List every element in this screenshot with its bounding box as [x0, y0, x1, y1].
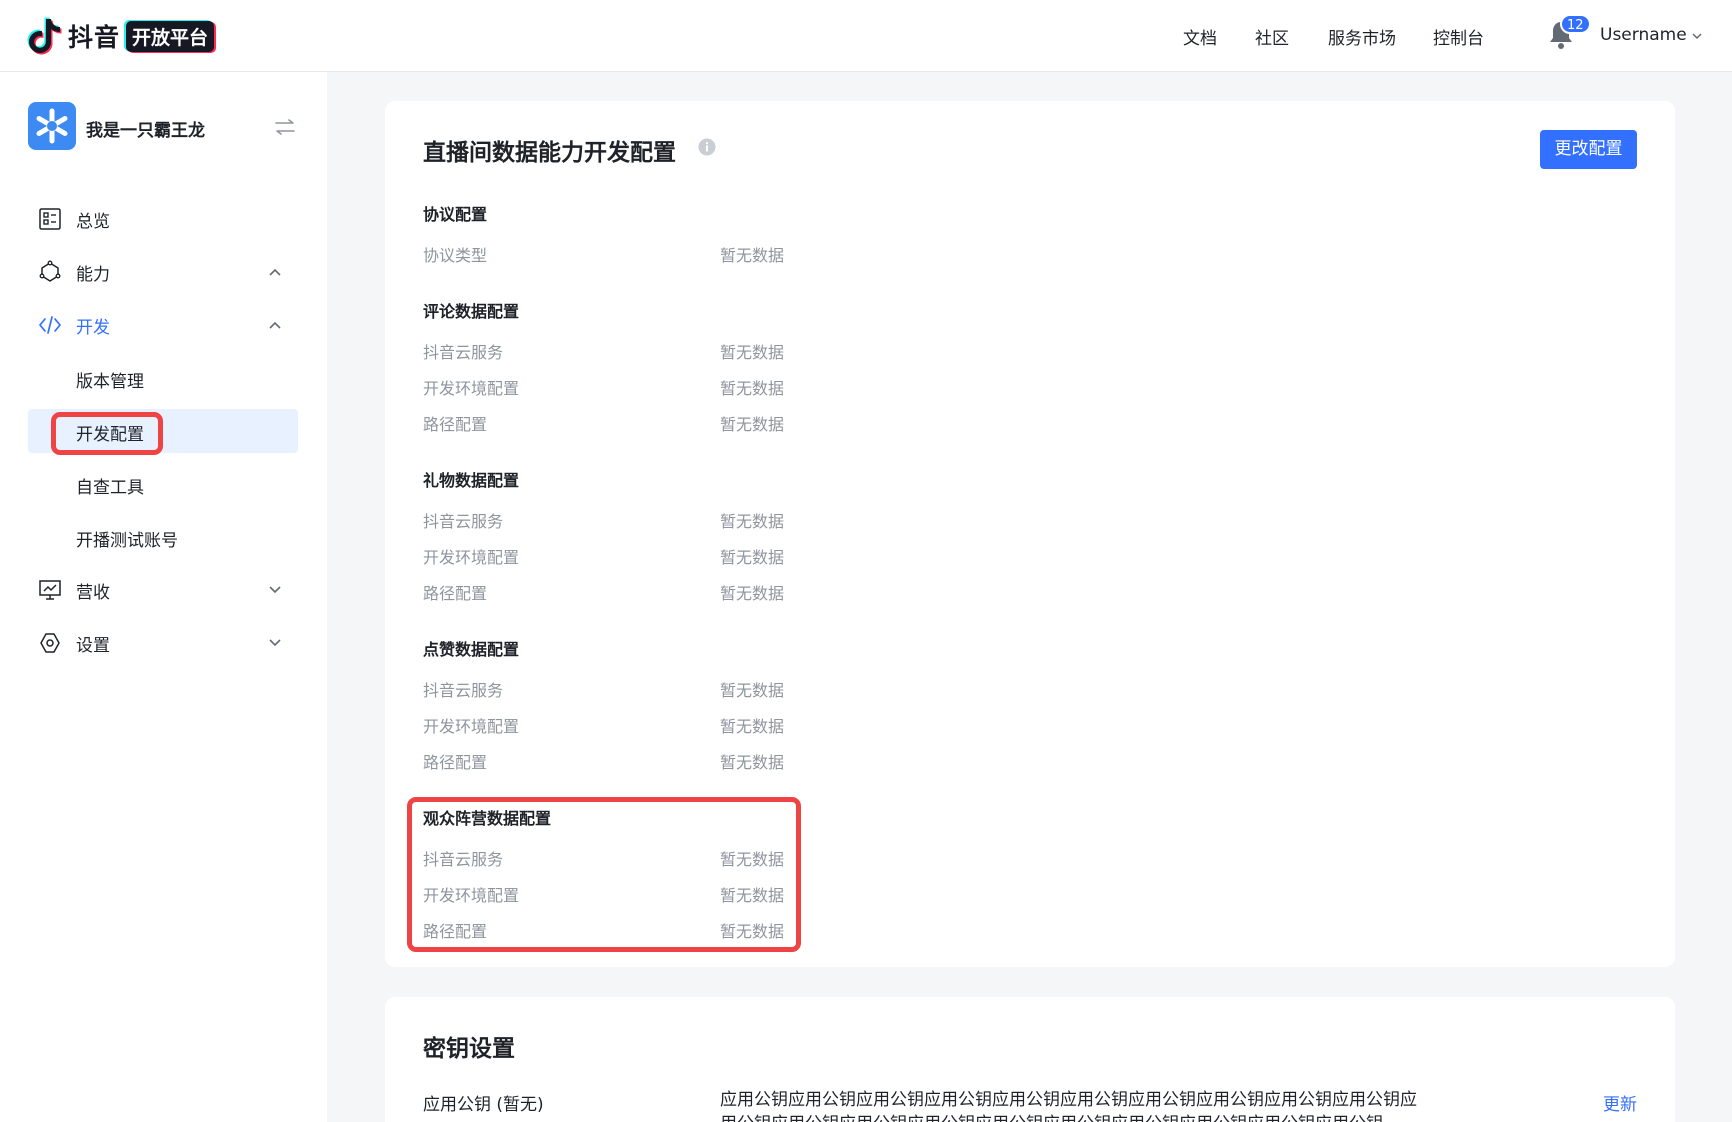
chevron-down-icon: [269, 586, 281, 594]
sidebar-subitem-version-management[interactable]: 版本管理: [28, 356, 298, 400]
public-key-label: 应用公钥 (暂无): [423, 1095, 544, 1115]
change-config-button[interactable]: 更改配置: [1540, 130, 1637, 169]
config-row-label: 开发环境配置: [423, 379, 520, 398]
section-title-comment-data: 评论数据配置: [423, 302, 520, 321]
nav-docs[interactable]: 文档: [1183, 24, 1217, 49]
config-row-label: 路径配置: [423, 922, 488, 941]
sidebar-item-label: 设置: [76, 635, 110, 656]
app-logo-icon: [36, 108, 68, 144]
chevron-up-icon: [269, 321, 281, 329]
sidebar-item-label: 总览: [76, 211, 110, 232]
sidebar-item-label: 营收: [76, 582, 110, 603]
config-row-value: 暂无数据: [720, 512, 785, 531]
live-data-config-card: [385, 101, 1675, 967]
app-header: 我是一只霸王龙: [28, 102, 298, 152]
sidebar-item-ability[interactable]: 能力: [28, 250, 298, 294]
sidebar-item-label: 开发: [76, 317, 110, 338]
sidebar-item-develop[interactable]: 开发: [28, 303, 298, 347]
config-row-value: 暂无数据: [720, 681, 785, 700]
settings-icon: [40, 633, 60, 653]
username[interactable]: Username: [1600, 25, 1687, 45]
sidebar-item-label: 版本管理: [76, 372, 144, 392]
sidebar-subitem-test-account[interactable]: 开播测试账号: [28, 515, 298, 559]
config-row-value: 暂无数据: [720, 246, 785, 265]
app-name: 我是一只霸王龙: [86, 121, 205, 141]
config-row-value: 暂无数据: [720, 753, 785, 772]
config-row-label: 抖音云服务: [423, 850, 504, 869]
section-title-like-data: 点赞数据配置: [423, 640, 520, 659]
top-navigation-bar: 抖音 开放平台 文档 社区 服务市场 控制台 12 Username: [0, 0, 1732, 72]
ability-icon: [39, 260, 61, 282]
config-row-value: 暂无数据: [720, 584, 785, 603]
tiktok-logo-icon: [27, 17, 62, 55]
config-row-label: 开发环境配置: [423, 717, 520, 736]
config-row-value: 暂无数据: [720, 415, 785, 434]
notification-count-badge: 12: [1560, 14, 1591, 34]
chevron-up-icon: [269, 268, 281, 276]
code-icon: [39, 316, 61, 334]
sidebar-item-label: 自查工具: [76, 478, 144, 498]
nav-service-market[interactable]: 服务市场: [1328, 24, 1396, 49]
config-row-value: 暂无数据: [720, 922, 785, 941]
public-key-value: 应用公钥应用公钥应用公钥应用公钥应用公钥应用公钥应用公钥应用公钥应用公钥应用公钥…: [720, 1090, 1417, 1122]
app-avatar: [28, 102, 76, 150]
sidebar-item-revenue[interactable]: 营收: [28, 568, 298, 612]
nav-console[interactable]: 控制台: [1433, 24, 1484, 49]
config-row-label: 抖音云服务: [423, 681, 504, 700]
sidebar-item-label: 能力: [76, 264, 110, 285]
revenue-chart-icon: [39, 580, 61, 600]
config-row-label: 协议类型: [423, 246, 488, 265]
sidebar-subitem-dev-config[interactable]: 开发配置: [28, 409, 298, 453]
update-key-link[interactable]: 更新: [1603, 1090, 1637, 1115]
config-row-label: 路径配置: [423, 415, 488, 434]
sidebar-item-label: 开发配置: [76, 425, 144, 445]
dashboard-icon: [39, 208, 61, 230]
sidebar-item-settings[interactable]: 设置: [28, 621, 298, 665]
config-row-label: 路径配置: [423, 753, 488, 772]
config-row-value: 暂无数据: [720, 379, 785, 398]
config-row-label: 抖音云服务: [423, 343, 504, 362]
config-row-label: 开发环境配置: [423, 548, 520, 567]
brand-name: 抖音: [68, 23, 121, 52]
chevron-down-icon: [269, 639, 281, 647]
nav-community[interactable]: 社区: [1255, 24, 1289, 49]
chevron-down-icon[interactable]: [1691, 30, 1703, 42]
sidebar-item-overview[interactable]: 总览: [28, 197, 298, 241]
platform-badge: 开放平台: [126, 20, 215, 52]
key-settings-title: 密钥设置: [423, 1036, 515, 1062]
sidebar-item-label: 开播测试账号: [76, 531, 178, 551]
config-row-value: 暂无数据: [720, 717, 785, 736]
switch-app-icon[interactable]: [274, 118, 296, 136]
info-icon[interactable]: [698, 138, 716, 156]
config-row-value: 暂无数据: [720, 343, 785, 362]
sidebar-subitem-self-check-tool[interactable]: 自查工具: [28, 462, 298, 506]
config-row-value: 暂无数据: [720, 850, 785, 869]
config-row-label: 抖音云服务: [423, 512, 504, 531]
douyin-open-platform-logo[interactable]: 抖音 开放平台: [26, 15, 215, 57]
config-row-label: 开发环境配置: [423, 886, 520, 905]
section-title-protocol: 协议配置: [423, 205, 488, 224]
section-title-gift-data: 礼物数据配置: [423, 471, 520, 490]
config-row-value: 暂无数据: [720, 886, 785, 905]
config-row-value: 暂无数据: [720, 548, 785, 567]
config-row-label: 路径配置: [423, 584, 488, 603]
page-title: 直播间数据能力开发配置: [423, 140, 676, 166]
section-title-audience-camp-data: 观众阵营数据配置: [423, 809, 552, 828]
